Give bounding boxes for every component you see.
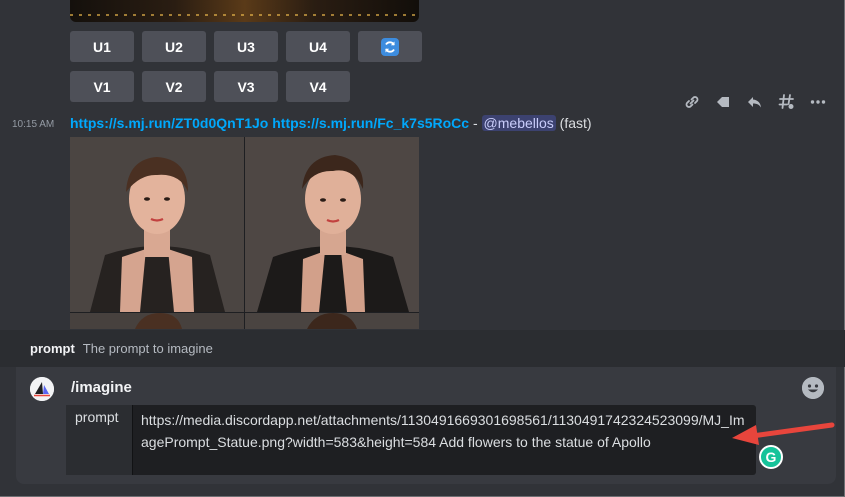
image-link-2[interactable]: https://s.mj.run/Fc_k7s5RoCc — [272, 115, 469, 131]
message-composer[interactable]: /imagine prompt https://media.discordapp… — [16, 367, 836, 484]
grid-image-1[interactable] — [70, 137, 244, 312]
slash-command-name: /imagine — [71, 379, 132, 396]
parameter-label: prompt — [66, 405, 133, 475]
prompt-input[interactable]: https://media.discordapp.net/attachments… — [133, 405, 756, 475]
grid-image-2[interactable] — [245, 137, 419, 312]
previous-image-bottom — [70, 0, 419, 22]
v1-button[interactable]: V1 — [70, 71, 134, 102]
reroll-button[interactable] — [358, 31, 422, 62]
emoji-icon[interactable] — [802, 377, 824, 399]
grid-image-3[interactable] — [70, 313, 244, 329]
tag-icon[interactable] — [712, 91, 734, 113]
v3-button[interactable]: V3 — [214, 71, 278, 102]
thread-icon[interactable] — [776, 91, 798, 113]
user-mention[interactable]: @mebellos — [481, 115, 556, 131]
v4-button[interactable]: V4 — [286, 71, 350, 102]
annotation-arrow-icon — [732, 422, 835, 445]
grid-image-4[interactable] — [245, 313, 419, 329]
v2-button[interactable]: V2 — [142, 71, 206, 102]
grammarly-icon[interactable]: G — [759, 445, 783, 469]
refresh-icon — [381, 37, 399, 56]
image-link-1[interactable]: https://s.mj.run/ZT0d0QnT1Jo — [70, 115, 268, 131]
u1-button[interactable]: U1 — [70, 31, 134, 62]
variation-button-row: V1 V2 V3 V4 — [70, 71, 350, 102]
message-timestamp: 10:15 AM — [12, 119, 55, 130]
u3-button[interactable]: U3 — [214, 31, 278, 62]
upscale-button-row: U1 U2 U3 U4 — [70, 31, 422, 62]
generated-image-grid[interactable] — [70, 137, 419, 329]
message-separator: - — [469, 115, 482, 131]
message-hover-toolbar — [670, 84, 840, 120]
midjourney-bot-avatar — [30, 377, 54, 401]
u4-button[interactable]: U4 — [286, 31, 350, 62]
option-description: The prompt to imagine — [82, 341, 213, 356]
reply-icon[interactable] — [744, 91, 766, 113]
link-icon[interactable] — [681, 91, 703, 113]
message-content: https://s.mj.run/ZT0d0QnT1Jo https://s.m… — [70, 115, 592, 131]
u2-button[interactable]: U2 — [142, 31, 206, 62]
command-option-hint: prompt The prompt to imagine — [0, 330, 845, 367]
prompt-parameter-field[interactable]: prompt https://media.discordapp.net/atta… — [66, 405, 756, 475]
option-name: prompt — [30, 341, 75, 356]
more-icon[interactable] — [807, 91, 829, 113]
generation-mode: (fast) — [559, 115, 592, 131]
discord-window: U1 U2 U3 U4 V1 V2 V3 V4 10:15 AM https:/… — [0, 0, 845, 497]
